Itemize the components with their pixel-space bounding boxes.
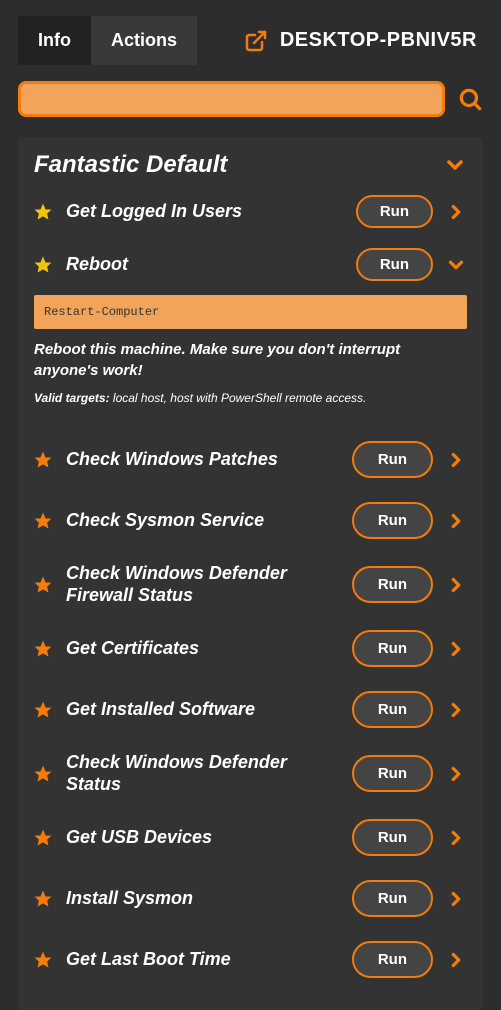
action-row: Install Sysmon Run [34,868,467,929]
action-row: Get Certificates Run [34,618,467,679]
run-button[interactable]: Run [352,441,433,478]
action-row: Get USB Devices Run [34,807,467,868]
action-label: Get Certificates [66,638,340,660]
action-label: Get Logged In Users [66,201,344,223]
actions-panel: Fantastic Default Get Logged In Users Ru… [18,137,483,1010]
section-title: Fantastic Default [34,151,227,179]
action-row: Check Sysmon Service Run [34,490,467,551]
star-icon[interactable] [34,951,54,969]
action-label: Check Windows Defender Status [66,752,340,795]
action-label: Check Windows Defender Firewall Status [66,563,340,606]
action-label: Get USB Devices [66,827,340,849]
star-icon[interactable] [34,576,54,594]
run-button[interactable]: Run [352,755,433,792]
expand-icon[interactable] [445,449,467,471]
search-icon[interactable] [457,86,483,112]
action-label: Check Windows Patches [66,449,340,471]
run-button[interactable]: Run [356,195,433,228]
expand-icon[interactable] [445,949,467,971]
star-icon[interactable] [34,701,54,719]
tabs: Info Actions [18,16,197,65]
action-label: Reboot [66,254,344,276]
section-collapse-icon[interactable] [443,153,467,177]
star-icon[interactable] [34,829,54,847]
command-code: Restart-Computer [34,295,467,329]
action-label: Get Last Boot Time [66,949,340,971]
action-row: Check Windows Defender Status Run [34,740,467,807]
run-button[interactable]: Run [352,630,433,667]
external-link-icon[interactable] [232,29,280,53]
valid-targets-value: local host, host with PowerShell remote … [110,391,367,405]
action-row: Reboot Run [34,238,467,291]
star-icon[interactable] [34,512,54,530]
action-row: Check Windows Patches Run [34,429,467,490]
expand-icon[interactable] [445,763,467,785]
expand-icon[interactable] [445,638,467,660]
expand-icon[interactable] [445,827,467,849]
action-row: Get Installed Software Run [34,679,467,740]
action-row: Check Windows Defender Firewall Status R… [34,551,467,618]
run-button[interactable]: Run [352,941,433,978]
valid-targets-label: Valid targets: [34,391,110,405]
search-input[interactable] [18,81,445,117]
hostname-label: DESKTOP-PBNIV5R [280,29,483,52]
expand-icon[interactable] [445,201,467,223]
action-label: Get Installed Software [66,699,340,721]
run-button[interactable]: Run [352,502,433,539]
tab-actions[interactable]: Actions [91,16,197,65]
star-icon[interactable] [34,890,54,908]
expand-icon[interactable] [445,510,467,532]
expand-icon[interactable] [445,574,467,596]
collapse-icon[interactable] [445,254,467,276]
run-button[interactable]: Run [352,566,433,603]
search-row [0,65,501,125]
tab-info[interactable]: Info [18,16,91,65]
run-button[interactable]: Run [356,248,433,281]
run-button[interactable]: Run [352,691,433,728]
actions-group: Check Windows Patches Run Check Sysmon S… [34,429,467,990]
expand-icon[interactable] [445,699,467,721]
star-icon[interactable] [34,640,54,658]
valid-targets: Valid targets: local host, host with Pow… [34,391,467,405]
topbar: Info Actions DESKTOP-PBNIV5R [0,0,501,65]
star-icon[interactable] [34,765,54,783]
expand-icon[interactable] [445,888,467,910]
action-row: Get Last Boot Time Run [34,929,467,990]
star-icon[interactable] [34,203,54,221]
action-label: Install Sysmon [66,888,340,910]
star-icon[interactable] [34,256,54,274]
action-description: Reboot this machine. Make sure you don't… [34,339,467,381]
action-row: Get Logged In Users Run [34,185,467,238]
section-header: Fantastic Default [34,151,467,185]
action-label: Check Sysmon Service [66,510,340,532]
run-button[interactable]: Run [352,819,433,856]
star-icon[interactable] [34,451,54,469]
run-button[interactable]: Run [352,880,433,917]
